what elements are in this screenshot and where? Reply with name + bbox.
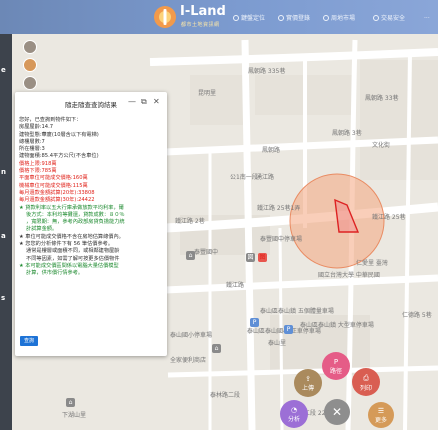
map-label: 泰豐國中: [194, 249, 219, 256]
map-label: 泰豐國中停車場: [260, 236, 303, 243]
print-icon: ⎙: [363, 374, 369, 382]
side-panel-edge[interactable]: t e n a s: [0, 0, 12, 430]
nav-market[interactable]: 周地市場: [323, 13, 355, 22]
result-line: 建物型態:華廈(10層含以下有電梯): [19, 131, 99, 138]
route-button[interactable]: P 路徑: [322, 352, 350, 380]
target-icon: [278, 15, 284, 21]
more-icon: ☰: [377, 407, 385, 415]
upload-button[interactable]: ⇪ 上傳: [294, 369, 322, 397]
route-icon: P: [333, 358, 339, 366]
map-label: 泰林路二段: [210, 392, 241, 399]
maximize-icon[interactable]: ⧉: [141, 97, 147, 107]
result-line: 每月還款金額試算(30年):24422: [19, 197, 95, 204]
brand-title: I-Land: [180, 4, 226, 19]
close-icon[interactable]: ✕: [153, 97, 160, 106]
map-label: 公1南一段: [230, 174, 258, 181]
result-note: ★ 車位可能成交價格不含在房地估算總價內。: [19, 233, 124, 240]
brand-subtitle: 都市土地資訊網: [181, 22, 220, 28]
layer-tool-button[interactable]: [23, 58, 37, 72]
query-result-panel: 隨走隨查查詢結果 — ⧉ ✕ 您好，已查詢到物件如下： 房屋屋齡:14.7 建物型態…: [15, 92, 167, 356]
map-label: 鐵江路 25巷: [372, 214, 406, 221]
nav-keyboard-locate[interactable]: 鍵盤定位: [233, 13, 265, 22]
map-label: 鐵江路 25巷1弄: [257, 205, 301, 212]
close-icon: ✕: [331, 405, 343, 419]
side-panel-text: a: [1, 232, 6, 240]
map-label: 泰山區泰山鎮 五個體量車場: [260, 308, 334, 315]
side-panel-text: e: [1, 66, 6, 74]
nav-more[interactable]: ...: [424, 13, 430, 20]
result-line: 機械車位可能成交價格:115萬: [19, 182, 88, 189]
poi-marker-icon[interactable]: ⌂: [66, 398, 75, 407]
map-label: 全家便利商店: [170, 357, 207, 364]
map-label: 泰山里: [268, 340, 287, 347]
nav-price-registration[interactable]: 實價登錄: [278, 13, 310, 22]
map-label: 泰山國小停車場: [170, 332, 213, 339]
map-label: 鳳朝路 3巷: [332, 130, 362, 137]
map-label: 鐵江路 2巷: [175, 218, 205, 225]
target-icon: [233, 15, 239, 21]
map-label: 國立台灣大學 中華民國: [318, 272, 380, 279]
shield-icon: [373, 15, 379, 21]
locate-tool-button[interactable]: [23, 40, 37, 54]
map-label: 仁愛里 臺灣: [356, 260, 388, 267]
query-button[interactable]: 查詢: [20, 336, 38, 346]
side-panel-text: s: [1, 294, 6, 302]
result-line: 房屋屋齡:14.7: [19, 124, 54, 131]
print-button[interactable]: ⎙ 列印: [352, 368, 380, 396]
poi-marker-icon[interactable]: P: [250, 318, 259, 327]
poi-marker-icon[interactable]: 图: [258, 253, 267, 262]
poi-marker-icon[interactable]: ⌂: [212, 344, 221, 353]
i-land-logo-icon: [154, 6, 176, 28]
result-note: 計算，供市價行情參考。: [26, 270, 84, 277]
map-label: 下湖山里: [62, 412, 87, 419]
top-header: I-Land 都市土地資訊網 鍵盤定位 實價登錄 周地市場 交易安全 ...: [0, 0, 438, 34]
side-panel-text: n: [1, 168, 6, 176]
map-label: 鳳朝路: [262, 147, 281, 154]
nav-transaction-safety[interactable]: 交易安全: [373, 13, 405, 22]
poi-marker-icon[interactable]: 図: [246, 253, 255, 262]
poi-marker-icon[interactable]: P: [284, 325, 293, 334]
result-note: 不同等因素，如需了解可按更多估價物件: [26, 255, 120, 262]
result-line: 價格上限:918萬: [19, 160, 57, 167]
map-label: 湧江路: [256, 174, 275, 181]
map-label: 鳳朝路 335巷: [248, 68, 286, 75]
analysis-button[interactable]: ◔ 分析: [280, 400, 308, 428]
more-button[interactable]: ☰ 更多: [368, 402, 394, 428]
map-label: 仁德路 5巷: [402, 312, 432, 319]
result-note: 通常是樓層或面積不同，或相鄰建物屋齡: [26, 248, 120, 255]
map-label: 鳳朝路 33巷: [365, 95, 399, 102]
result-note: 計試算金額。: [26, 226, 58, 233]
panel-body: 您好，已查詢到物件如下： 房屋屋齡:14.7 建物型態:華廈(10層含以下有電梯) 總…: [19, 117, 165, 278]
result-note: ★ 貸款利率以五大行庫承做放款平均利率，爾: [19, 204, 124, 211]
result-line: 平面車位可能成交價格:160萬: [19, 175, 88, 182]
result-line: 建物面積:85.4平方公尺(不含車位): [19, 153, 99, 160]
target-icon: [323, 15, 329, 21]
close-menu-button[interactable]: ✕: [324, 399, 350, 425]
map-label: 鐵江路: [226, 282, 245, 289]
measure-tool-button[interactable]: [23, 76, 37, 90]
map-label: 文化街: [372, 142, 391, 149]
minimize-icon[interactable]: —: [128, 97, 136, 106]
map-label: 昆明里: [198, 90, 217, 97]
analysis-icon: ◔: [290, 406, 298, 414]
poi-marker-icon[interactable]: ⌂: [186, 251, 195, 260]
upload-icon: ⇪: [305, 375, 311, 383]
